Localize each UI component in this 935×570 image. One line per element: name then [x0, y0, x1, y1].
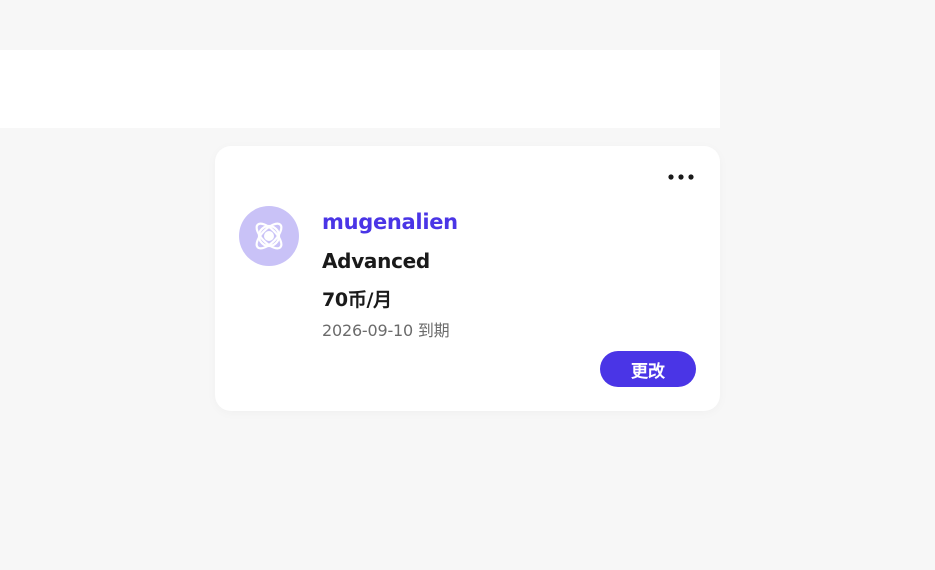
plan-name: Advanced	[322, 249, 430, 273]
more-options-button[interactable]	[666, 162, 696, 192]
more-horizontal-icon	[668, 174, 694, 180]
avatar	[239, 206, 299, 266]
atom-icon	[255, 222, 283, 250]
plan-price: 70币/月	[322, 289, 392, 311]
subscription-card: mugenalien Advanced 70币/月 2026-09-10 到期 …	[215, 146, 720, 411]
top-panel	[0, 50, 720, 128]
subscription-info: mugenalien Advanced 70币/月 2026-09-10 到期	[322, 208, 696, 343]
change-button[interactable]: 更改	[600, 351, 696, 387]
username: mugenalien	[322, 210, 458, 234]
expiry-date: 2026-09-10 到期	[322, 321, 450, 340]
